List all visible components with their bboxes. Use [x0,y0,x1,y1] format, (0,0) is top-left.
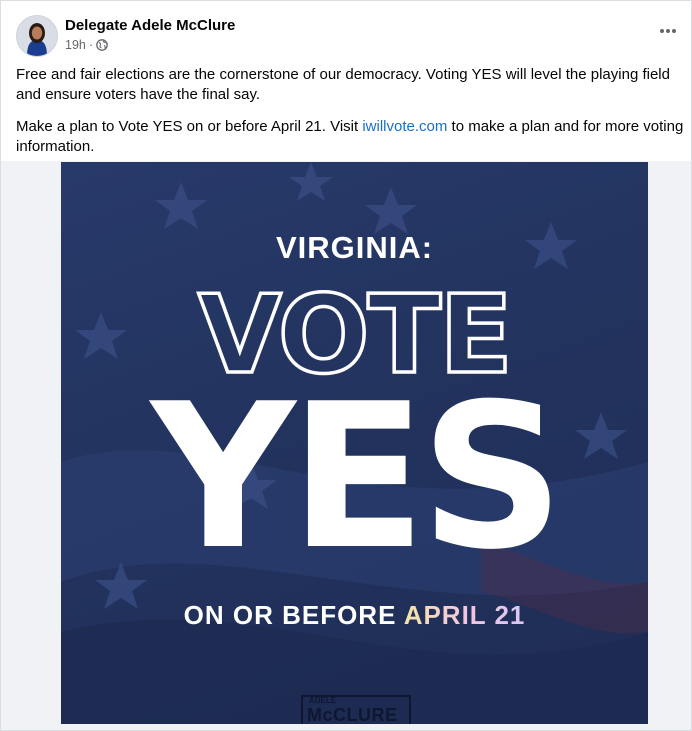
avatar[interactable] [16,15,58,57]
logo-big-text: McCLURE [307,705,398,724]
post-image-container: VOTE VIRGINIA: YES ON OR BEFORE APRIL 21… [1,161,691,730]
post-card: Delegate Adele McClure 19h · Free and fa… [0,0,692,731]
more-horizontal-icon [660,29,676,33]
post-paragraph-2: Make a plan to Vote YES on or before Apr… [16,117,688,157]
meta-separator: · [88,38,94,52]
avatar-portrait-icon [17,16,57,56]
deadline-date: APRIL 21 [403,600,526,630]
state-label: VIRGINIA: [275,230,434,265]
post-paragraph-1: Free and fair elections are the cornerst… [16,66,670,103]
post-header: Delegate Adele McClure 19h · [16,15,686,57]
yes-word: YES [150,361,565,594]
post-body: Free and fair elections are the cornerst… [16,65,688,169]
globe-icon [96,39,108,51]
vote-yes-poster[interactable]: VOTE VIRGINIA: YES ON OR BEFORE APRIL 21… [61,162,648,724]
post-time[interactable]: 19h [65,38,86,52]
deadline-prefix: ON OR BEFORE [183,600,404,630]
iwillvote-link[interactable]: iwillvote.com [362,118,447,135]
author-name[interactable]: Delegate Adele McClure [65,17,235,34]
more-options-button[interactable] [656,21,680,41]
deadline-line: ON OR BEFORE APRIL 21 [61,600,648,631]
post-meta: 19h · [65,38,108,52]
campaign-logo: ADELE McCLURE [301,695,411,724]
paragraph-2-text-start: Make a plan to Vote YES on or before Apr… [16,118,363,135]
logo-small-text: ADELE [309,696,337,705]
